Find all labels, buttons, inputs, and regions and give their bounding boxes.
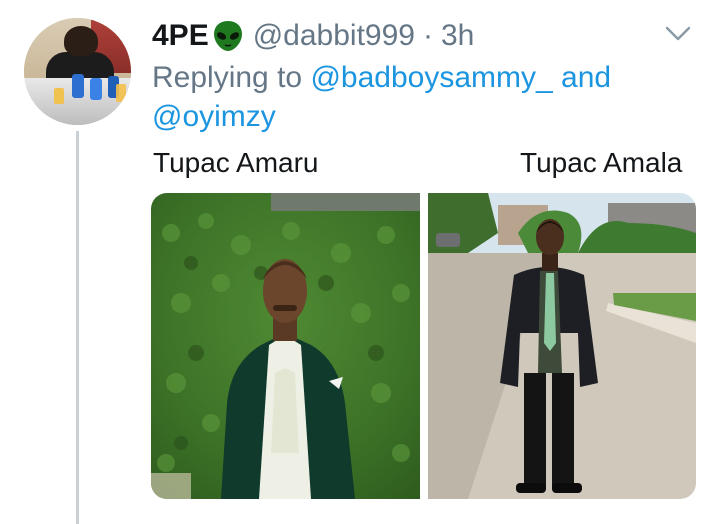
replying-to: Replying to @badboysammy_ and @oyimzy <box>152 58 622 136</box>
replying-prefix: Replying to <box>152 61 303 94</box>
media-grid <box>151 193 696 499</box>
tweet-header: 4PE @dabbit999 · 3h <box>152 16 474 56</box>
separator-dot: · <box>422 19 433 52</box>
display-name[interactable]: 4PE <box>152 19 209 53</box>
avatar-can <box>90 78 102 100</box>
photo-right[interactable] <box>428 193 696 499</box>
photo-right-image <box>428 193 696 499</box>
mention-link[interactable]: @badboysammy_ <box>310 61 552 94</box>
tweet[interactable]: 4PE @dabbit999 · 3h Replying to @badboys… <box>0 0 719 524</box>
tweet-timestamp[interactable]: 3h <box>441 19 474 53</box>
user-handle[interactable]: @dabbit999 <box>253 19 415 53</box>
photo-left[interactable] <box>151 193 420 499</box>
avatar-glass <box>116 84 126 102</box>
photo-left-image <box>151 193 420 499</box>
caption-left: Tupac Amaru <box>153 147 319 178</box>
avatar-glass <box>54 88 64 104</box>
avatar-person-head <box>64 26 98 56</box>
caption-right: Tupac Amala <box>520 147 683 178</box>
chevron-down-icon[interactable] <box>664 24 692 44</box>
alien-face-icon <box>213 21 242 51</box>
avatar[interactable] <box>24 18 131 125</box>
mention-conjunction[interactable]: and <box>561 61 611 94</box>
mention-link[interactable]: @oyimzy <box>152 100 276 133</box>
thread-line <box>76 131 79 524</box>
avatar-can <box>72 74 84 98</box>
